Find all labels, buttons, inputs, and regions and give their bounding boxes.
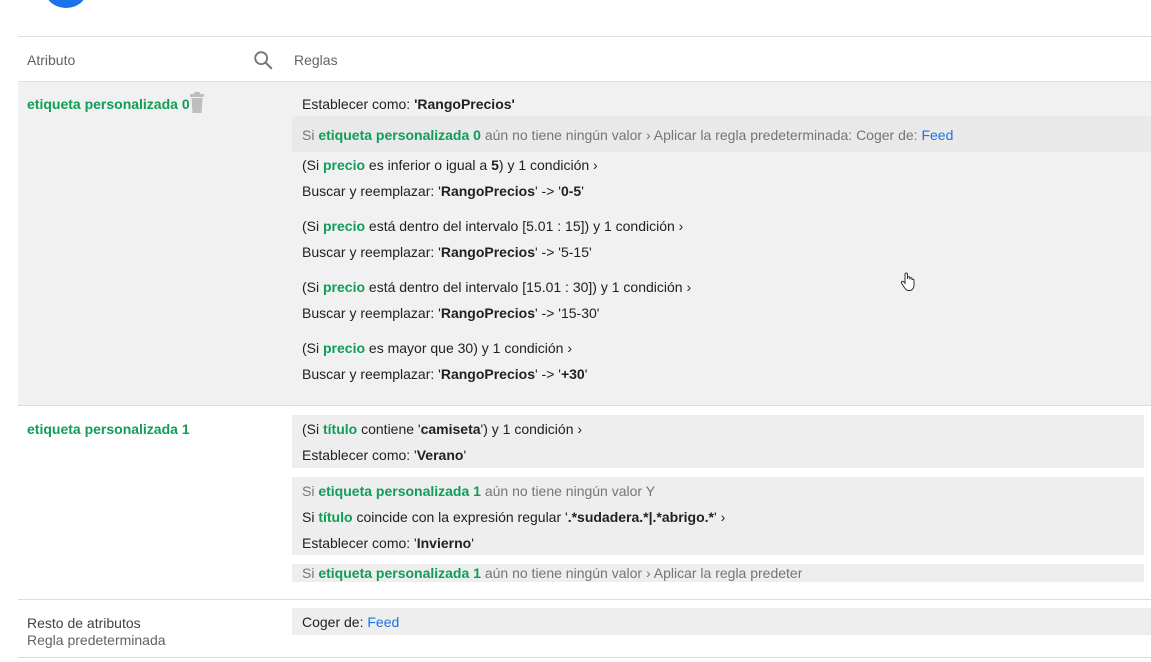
search-icon[interactable] (252, 49, 274, 71)
attribute-row-custom-label-0[interactable]: etiqueta personalizada 0 Establecer como… (18, 82, 1151, 406)
rule-action: Establecer como: 'Verano' (302, 447, 467, 463)
set-rule[interactable]: Establecer como: 'RangoPrecios' (302, 96, 515, 112)
feed-link[interactable]: Feed (921, 127, 953, 143)
rule-card-fade (802, 564, 1144, 582)
attribute-subtitle: Regla predeterminada (27, 632, 166, 648)
rule-condition[interactable]: (Si precio está dentro del intervalo [15… (302, 279, 691, 295)
rule-card[interactable]: Coger de: Feed (292, 608, 1151, 635)
rule-condition[interactable]: (Si precio está dentro del intervalo [5.… (302, 218, 683, 234)
attribute-row-custom-label-1[interactable]: etiqueta personalizada 1 (Si título cont… (18, 406, 1151, 600)
rule-precondition: Si etiqueta personalizada 1 aún no tiene… (302, 483, 656, 499)
hand-cursor-icon (900, 272, 915, 291)
table-header: Atributo Reglas (18, 36, 1151, 82)
rule-card[interactable]: Si etiqueta personalizada 1 aún no tiene… (292, 477, 1144, 555)
rule-action[interactable]: Buscar y reemplazar: 'RangoPrecios' -> '… (302, 305, 599, 321)
attribute-row-rest[interactable]: Resto de atributos Regla predeterminada … (18, 600, 1151, 658)
app-logo (45, 0, 87, 8)
rule-condition: (Si título contiene 'camiseta') y 1 cond… (302, 421, 583, 437)
rule-condition[interactable]: (Si precio es inferior o igual a 5) y 1 … (302, 157, 598, 173)
default-rule[interactable]: Si etiqueta personalizada 0 aún no tiene… (302, 127, 953, 143)
rule-action[interactable]: Buscar y reemplazar: 'RangoPrecios' -> '… (302, 183, 584, 199)
feed-link[interactable]: Feed (367, 614, 399, 630)
rule-condition: Si título coincide con la expresión regu… (302, 509, 726, 525)
attribute-name[interactable]: etiqueta personalizada 0 (27, 96, 190, 112)
attribute-name[interactable]: etiqueta personalizada 1 (27, 421, 190, 437)
default-rule: Coger de: Feed (302, 614, 400, 630)
rule-card[interactable]: Si etiqueta personalizada 1 aún no tiene… (292, 564, 802, 582)
rule-action[interactable]: Buscar y reemplazar: 'RangoPrecios' -> '… (302, 244, 592, 260)
trash-icon[interactable] (189, 92, 205, 114)
default-rule: Si etiqueta personalizada 1 aún no tiene… (302, 565, 802, 581)
rule-action[interactable]: Buscar y reemplazar: 'RangoPrecios' -> '… (302, 366, 587, 382)
rule-card[interactable]: (Si título contiene 'camiseta') y 1 cond… (292, 415, 1144, 468)
rule-action: Establecer como: 'Invierno' (302, 535, 474, 551)
attribute-name: Resto de atributos (27, 615, 141, 631)
rules-column-header: Reglas (294, 52, 338, 68)
attribute-column-header: Atributo (27, 52, 76, 68)
rule-condition[interactable]: (Si precio es mayor que 30) y 1 condició… (302, 340, 572, 356)
